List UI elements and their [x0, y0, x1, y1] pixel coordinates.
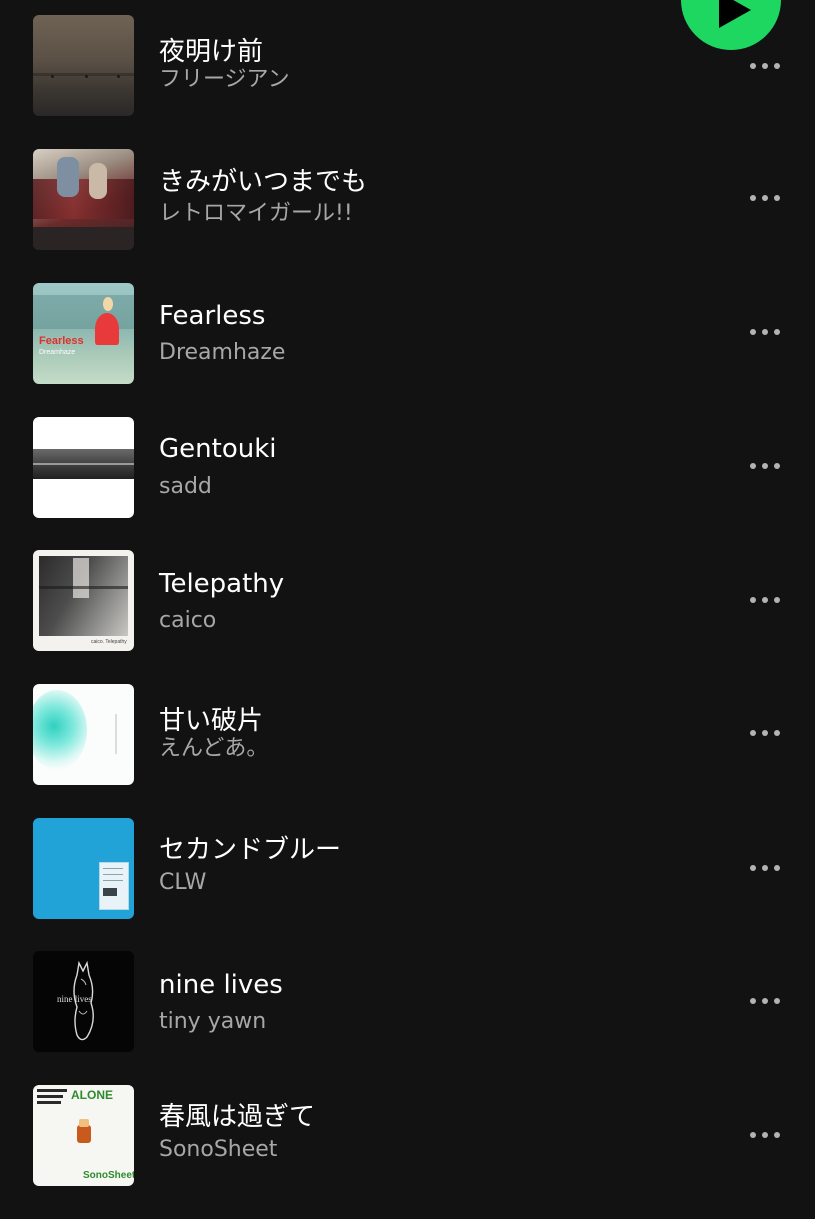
art-subcaption: Dreamhaze [39, 349, 76, 356]
track-artist: tiny yawn [159, 1009, 267, 1034]
more-options-icon [750, 998, 756, 1004]
more-options-button[interactable] [742, 51, 788, 81]
more-options-button[interactable] [742, 1120, 788, 1150]
track-title: きみがいつまでも [159, 167, 368, 197]
album-art: ALONE SonoSheet [33, 1085, 134, 1186]
more-options-icon [750, 730, 756, 736]
track-row[interactable]: caico. Telepathy Telepathy caico [0, 550, 815, 684]
art-caption: nine lives [57, 994, 92, 1004]
play-icon [719, 0, 751, 28]
album-art [33, 684, 134, 785]
more-options-icon [750, 329, 756, 335]
track-title: セカンドブルー [159, 835, 342, 865]
track-artist: SonoSheet [159, 1137, 278, 1162]
track-title: 夜明け前 [159, 37, 264, 67]
more-options-button[interactable] [742, 853, 788, 883]
more-options-icon [750, 195, 756, 201]
album-art [33, 149, 134, 250]
more-options-button[interactable] [742, 451, 788, 481]
track-title: Gentouki [159, 434, 277, 464]
track-title: Fearless [159, 301, 266, 331]
track-list: 夜明け前 フリージアン きみがいつまでも レトロマイガール!! Fearless… [0, 0, 815, 1200]
more-options-icon [750, 63, 756, 69]
album-art: nine lives [33, 951, 134, 1052]
art-caption: caico. Telepathy [91, 639, 127, 645]
album-art: Fearless Dreamhaze [33, 283, 134, 384]
track-artist: sadd [159, 474, 212, 499]
track-title: 甘い破片 [159, 706, 264, 736]
art-caption: ALONE [71, 1088, 113, 1102]
track-artist: レトロマイガール!! [159, 201, 353, 226]
more-options-button[interactable] [742, 986, 788, 1016]
track-artist: えんどあ。 [159, 736, 269, 761]
track-row[interactable]: nine lives nine lives tiny yawn [0, 951, 815, 1085]
more-options-icon [750, 463, 756, 469]
track-title: 春風は過ぎて [159, 1102, 316, 1132]
more-options-button[interactable] [742, 718, 788, 748]
track-row[interactable]: Gentouki sadd [0, 417, 815, 551]
art-subcaption: SonoSheet [83, 1170, 134, 1181]
track-artist: フリージアン [159, 67, 290, 92]
album-art [33, 818, 134, 919]
track-artist: CLW [159, 870, 207, 895]
more-options-icon [750, 597, 756, 603]
more-options-button[interactable] [742, 183, 788, 213]
album-art: caico. Telepathy [33, 550, 134, 651]
album-art [33, 15, 134, 116]
more-options-button[interactable] [742, 317, 788, 347]
more-options-icon [750, 1132, 756, 1138]
track-row[interactable]: Fearless Dreamhaze Fearless Dreamhaze [0, 283, 815, 417]
more-options-icon [750, 865, 756, 871]
track-artist: Dreamhaze [159, 340, 286, 365]
track-row[interactable]: ALONE SonoSheet 春風は過ぎて SonoSheet [0, 1085, 815, 1219]
track-row[interactable]: きみがいつまでも レトロマイガール!! [0, 149, 815, 283]
track-title: Telepathy [159, 569, 285, 599]
track-row[interactable]: 甘い破片 えんどあ。 [0, 684, 815, 818]
track-row[interactable]: セカンドブルー CLW [0, 818, 815, 952]
album-art [33, 417, 134, 518]
track-title: nine lives [159, 970, 283, 1000]
art-caption: Fearless [39, 335, 84, 347]
more-options-button[interactable] [742, 585, 788, 615]
track-artist: caico [159, 608, 217, 633]
play-button[interactable] [681, 0, 781, 50]
